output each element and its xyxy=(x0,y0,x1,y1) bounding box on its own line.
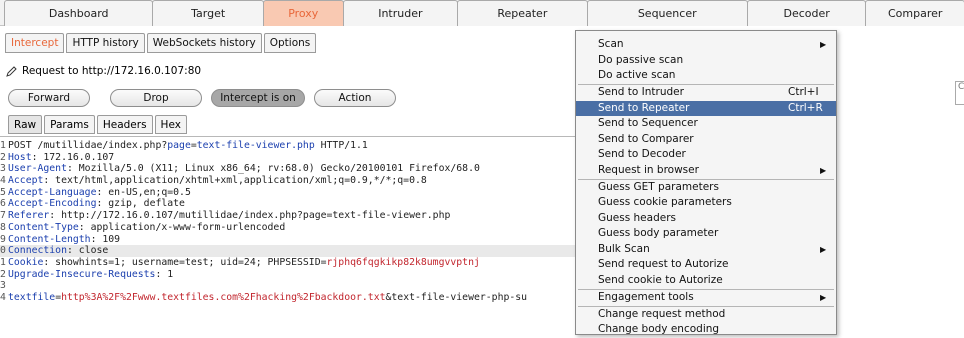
tab-decoder[interactable]: Decoder xyxy=(746,0,867,26)
menu-item-send-request-to-autorize[interactable]: Send request to Autorize xyxy=(576,257,836,273)
submenu-arrow-icon: ▶ xyxy=(820,292,827,302)
tab-raw[interactable]: Raw xyxy=(8,115,43,134)
submenu-arrow-icon: ▶ xyxy=(820,165,827,175)
tab-intercept[interactable]: Intercept xyxy=(5,33,65,53)
request-editor[interactable]: 1 POST /mutillidae/index.php?page=text-fi… xyxy=(0,136,580,335)
menu-item-send-cookie-to-autorize[interactable]: Send cookie to Autorize xyxy=(576,273,836,289)
proxy-sub-tabs: Intercept HTTP history WebSockets histor… xyxy=(5,33,318,53)
submenu-arrow-icon: ▶ xyxy=(820,244,827,254)
menu-item-engagement-tools[interactable]: Engagement tools ▶ xyxy=(576,290,836,306)
request-line: 6 Accept-Encoding: gzip, deflate xyxy=(0,198,185,210)
request-line: 5 Accept-Language: en-US,en;q=0.5 xyxy=(0,186,191,198)
menu-item-scan[interactable]: Scan ▶ xyxy=(576,37,836,53)
tab-hex[interactable]: Hex xyxy=(154,115,187,134)
menu-item-send-to-decoder[interactable]: Send to Decoder xyxy=(576,147,836,163)
menu-item-guess-headers[interactable]: Guess headers xyxy=(576,211,836,227)
request-line: 0 Connection: close xyxy=(0,245,580,257)
intercept-toggle-button[interactable]: Intercept is on xyxy=(211,89,305,107)
tab-sequencer[interactable]: Sequencer xyxy=(586,0,748,26)
menu-item-bulk-scan[interactable]: Bulk Scan ▶ xyxy=(576,242,836,258)
menu-item-request-in-browser[interactable]: Request in browser ▶ xyxy=(576,163,836,179)
context-menu: Scan ▶ Do passive scan Do active scan Sen… xyxy=(575,30,837,335)
request-line: 1 POST /mutillidae/index.php?page=text-fi… xyxy=(0,140,368,151)
request-target-label: Request to http://172.16.0.107:80 xyxy=(22,65,202,77)
action-button[interactable]: Action xyxy=(314,89,396,107)
menu-item-passive-scan[interactable]: Do passive scan xyxy=(576,53,836,69)
menu-item-send-to-repeater[interactable]: Send to Repeater Ctrl+R xyxy=(576,100,836,116)
search-field-edge[interactable]: C xyxy=(955,81,964,105)
drop-button[interactable]: Drop xyxy=(110,89,202,107)
request-line: 1 Cookie: showhints=1; username=test; uid… xyxy=(0,256,480,268)
tab-proxy[interactable]: Proxy xyxy=(262,0,344,26)
menu-item-guess-cookie-parameters[interactable]: Guess cookie parameters xyxy=(576,195,836,211)
menu-item-guess-get-parameters[interactable]: Guess GET parameters xyxy=(576,180,836,196)
request-line: 9 Content-Length: 109 xyxy=(0,233,121,245)
tab-params[interactable]: Params xyxy=(44,115,95,134)
main-tab-bar: Dashboard Target Proxy Intruder Repeater… xyxy=(0,0,964,26)
tab-repeater[interactable]: Repeater xyxy=(457,0,588,26)
menu-item-active-scan[interactable]: Do active scan xyxy=(576,68,836,84)
pencil-icon[interactable] xyxy=(6,65,18,77)
request-line: 2 Upgrade-Insecure-Requests: 1 xyxy=(0,268,174,280)
tab-websockets-history[interactable]: WebSockets history xyxy=(146,33,262,53)
menu-item-send-to-sequencer[interactable]: Send to Sequencer xyxy=(576,116,836,132)
request-line: 3 User-Agent: Mozilla/5.0 (X11; Linux x86… xyxy=(0,163,480,175)
tab-http-history[interactable]: HTTP history xyxy=(66,33,145,53)
forward-button[interactable]: Forward xyxy=(8,89,90,107)
tab-headers[interactable]: Headers xyxy=(96,115,153,134)
tab-options[interactable]: Options xyxy=(263,33,317,53)
request-line: 4 textfile=http%3A%2F%2Fwww.textfiles.com… xyxy=(0,291,528,303)
tab-target[interactable]: Target xyxy=(152,0,264,26)
tab-intruder[interactable]: Intruder xyxy=(342,0,459,26)
submenu-arrow-icon: ▶ xyxy=(820,40,827,49)
request-line: 8 Content-Type: application/x-www-form-ur… xyxy=(0,221,286,233)
menu-item-guess-body-parameter[interactable]: Guess body parameter xyxy=(576,226,836,242)
request-line: 4 Accept: text/html,application/xhtml+xml… xyxy=(0,175,427,187)
menu-item-send-to-intruder[interactable]: Send to Intruder Ctrl+I xyxy=(576,85,836,101)
tab-dashboard[interactable]: Dashboard xyxy=(4,0,154,26)
request-line: 2 Host: 172.16.0.107 xyxy=(0,151,115,163)
menu-item-send-to-comparer[interactable]: Send to Comparer xyxy=(576,132,836,148)
message-view-tabs: Raw Params Headers Hex xyxy=(8,115,189,134)
request-target-row: Request to http://172.16.0.107:80 xyxy=(6,65,201,77)
request-line: 7 Referer: http://172.16.0.107/mutillidae… xyxy=(0,210,451,222)
tab-comparer[interactable]: Comparer xyxy=(865,0,964,26)
menu-item-change-request-method[interactable]: Change request method xyxy=(576,307,836,323)
menu-item-change-body-encoding[interactable]: Change body encoding xyxy=(576,322,836,338)
request-line: 3 xyxy=(0,280,6,292)
